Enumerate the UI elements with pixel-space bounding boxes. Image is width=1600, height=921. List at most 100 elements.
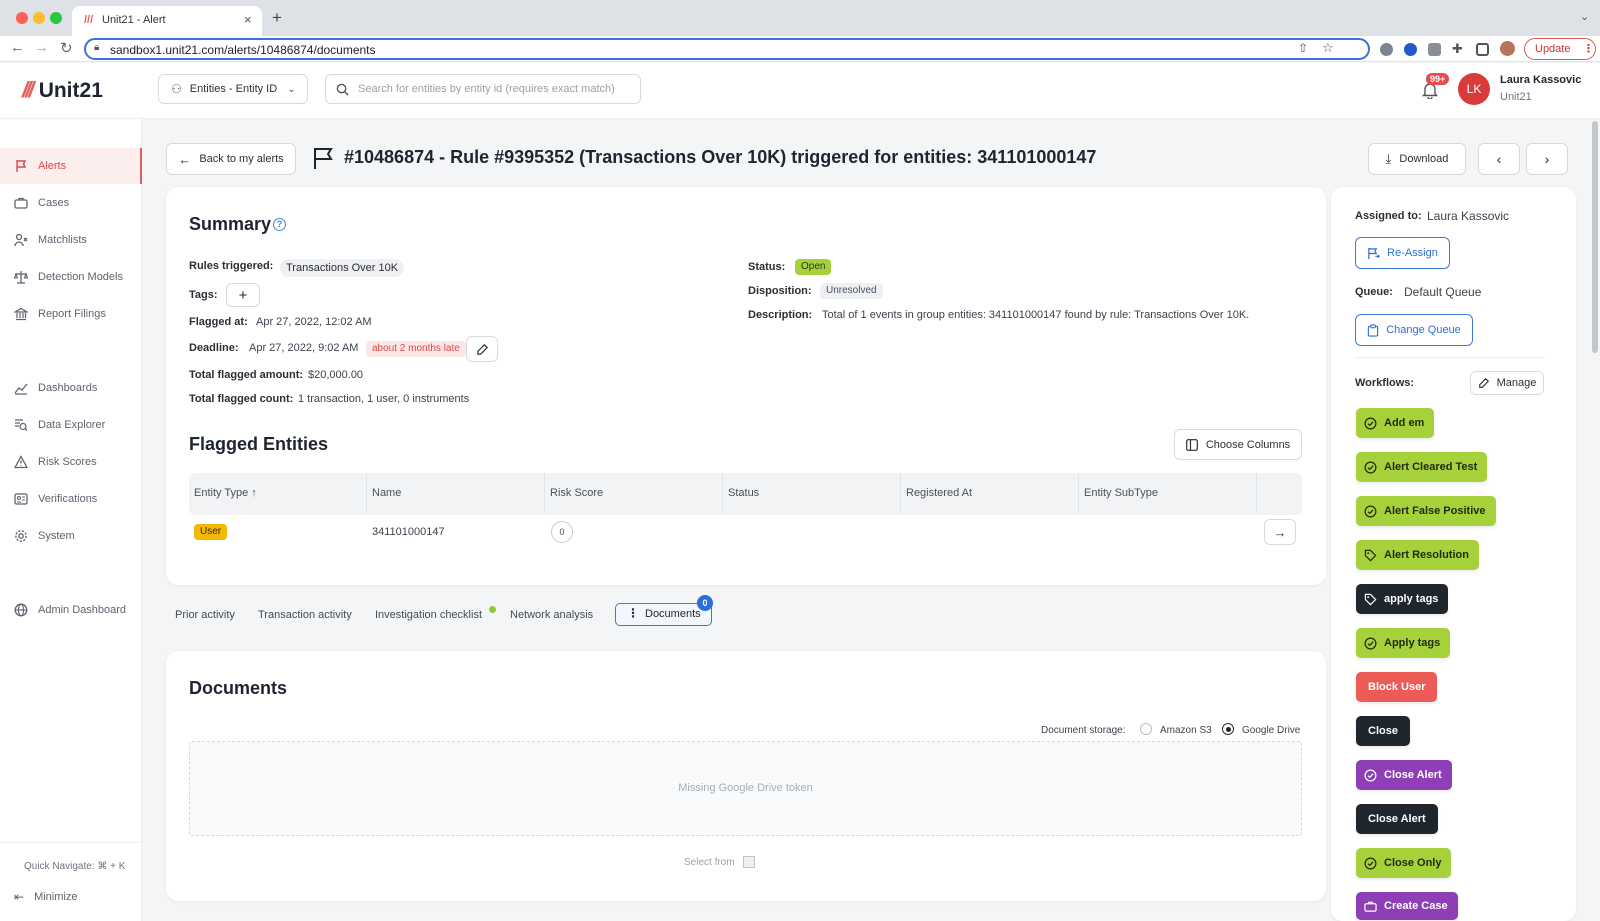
- tab-network-analysis[interactable]: Network analysis: [510, 609, 593, 621]
- sidebar-item-verifications[interactable]: Verifications: [0, 481, 142, 517]
- extension-icon[interactable]: [1428, 43, 1441, 56]
- workflow-alert-resolution-button[interactable]: Alert Resolution: [1356, 540, 1479, 570]
- columns-icon: [1185, 438, 1198, 451]
- unit21-logo[interactable]: /// Unit21: [22, 77, 103, 103]
- tab-prior-activity[interactable]: Prior activity: [175, 609, 235, 621]
- sort-arrow-up-icon[interactable]: ↑: [251, 487, 257, 499]
- sidebar-item-admin-dashboard[interactable]: Admin Dashboard: [0, 592, 142, 628]
- reassign-button[interactable]: Re-Assign: [1355, 237, 1450, 269]
- workflow-alert-cleared-test-button[interactable]: Alert Cleared Test: [1356, 452, 1488, 482]
- new-tab-icon[interactable]: +: [272, 8, 282, 28]
- column-header-name[interactable]: Name: [367, 473, 545, 513]
- more-vert-icon[interactable]: ⋮: [627, 606, 639, 620]
- notifications-button[interactable]: 99+: [1421, 73, 1450, 102]
- workflow-create-case-button[interactable]: Create Case: [1356, 892, 1458, 920]
- entity-dropdown-label: Entities - Entity ID: [189, 83, 278, 95]
- workflow-add-em-button[interactable]: Add em: [1356, 408, 1435, 438]
- column-header-status[interactable]: Status: [723, 473, 901, 513]
- address-bar[interactable]: 🔒︎ sandbox1.unit21.com/alerts/10486874/d…: [84, 38, 1370, 60]
- profile-avatar-icon[interactable]: [1500, 41, 1515, 56]
- table-header-row: Entity Type ↑ Name Risk Score Status Reg…: [189, 473, 1302, 515]
- workflow-close-alert-dark-button[interactable]: Close Alert: [1356, 804, 1438, 834]
- radio-google-drive[interactable]: [1222, 723, 1234, 735]
- more-vert-icon[interactable]: ⋮: [1583, 42, 1594, 55]
- manage-workflows-button[interactable]: Manage: [1470, 371, 1544, 395]
- document-dropzone[interactable]: Missing Google Drive token: [189, 741, 1302, 836]
- add-tag-button[interactable]: +: [226, 283, 260, 307]
- person-icon: ⚇: [171, 82, 182, 96]
- table-row[interactable]: User 341101000147 0 →: [189, 515, 1302, 549]
- forward-arrow-icon[interactable]: →: [34, 39, 49, 56]
- column-header-risk-score[interactable]: Risk Score: [545, 473, 723, 513]
- sidebar-item-label: Dashboards: [38, 382, 98, 394]
- entity-search-input[interactable]: Search for entities by entity id (requir…: [325, 74, 641, 104]
- choose-columns-button[interactable]: Choose Columns: [1174, 429, 1302, 460]
- tab-documents[interactable]: ⋮ Documents 0: [615, 595, 713, 626]
- sidebar-item-cases[interactable]: Cases: [0, 185, 142, 221]
- sidebar-item-label: Report Filings: [38, 308, 106, 320]
- workflow-close-button[interactable]: Close: [1356, 716, 1410, 746]
- sidebar-item-report-filings[interactable]: Report Filings: [0, 296, 142, 332]
- check-circle-icon: [1364, 417, 1377, 429]
- queue-label: Queue:: [1355, 286, 1393, 298]
- back-to-alerts-button[interactable]: ← Back to my alerts: [166, 143, 296, 175]
- browser-tab[interactable]: /// Unit21 - Alert ×: [72, 6, 262, 36]
- edit-deadline-button[interactable]: [466, 336, 498, 362]
- extension-icon[interactable]: [1404, 43, 1417, 56]
- sidebar-item-matchlists[interactable]: Matchlists: [0, 222, 142, 258]
- sidebar-item-detection-models[interactable]: Detection Models: [0, 259, 142, 295]
- workflow-close-alert-button[interactable]: Close Alert: [1356, 760, 1452, 790]
- tab-transaction-activity[interactable]: Transaction activity: [258, 609, 352, 621]
- column-header-entity-subtype[interactable]: Entity SubType: [1079, 473, 1257, 513]
- close-window-button[interactable]: [16, 12, 28, 24]
- help-icon[interactable]: ?: [273, 218, 286, 231]
- column-header-entity-type[interactable]: Entity Type ↑: [189, 473, 367, 513]
- open-entity-button[interactable]: →: [1264, 519, 1296, 545]
- download-button[interactable]: ⤓ Download: [1368, 143, 1466, 175]
- maximize-window-button[interactable]: [50, 12, 62, 24]
- workflow-apply-tags-alt-button[interactable]: Apply tags: [1356, 628, 1451, 658]
- user-org: Unit21: [1500, 91, 1532, 103]
- puzzle-icon[interactable]: ✚: [1452, 41, 1463, 57]
- radio-amazon-s3[interactable]: [1140, 723, 1152, 735]
- flagged-entities-heading: Flagged Entities: [189, 434, 329, 454]
- tab-list-chevron-icon[interactable]: ⌄: [1580, 10, 1589, 23]
- reload-icon[interactable]: ↻: [60, 39, 73, 57]
- check-circle-icon: [1364, 505, 1377, 517]
- sidebar-item-alerts[interactable]: Alerts: [0, 148, 142, 184]
- minimize-sidebar-button[interactable]: ⇤ Minimize: [0, 879, 142, 915]
- workflow-alert-false-positive-button[interactable]: Alert False Positive: [1356, 496, 1496, 526]
- previous-alert-button[interactable]: ‹: [1478, 143, 1520, 175]
- broken-image-icon[interactable]: [743, 856, 755, 868]
- sidebar-item-data-explorer[interactable]: Data Explorer: [0, 407, 142, 443]
- close-tab-icon[interactable]: ×: [244, 12, 252, 27]
- back-arrow-icon[interactable]: ←: [10, 39, 25, 56]
- sidebar-item-dashboards[interactable]: Dashboards: [0, 370, 142, 406]
- sidebar-item-risk-scores[interactable]: Risk Scores: [0, 444, 142, 480]
- address-row: ← → ↻ 🔒︎ sandbox1.unit21.com/alerts/1048…: [0, 36, 1600, 62]
- tab-investigation-checklist[interactable]: Investigation checklist: [375, 609, 482, 621]
- user-avatar[interactable]: LK: [1458, 73, 1490, 105]
- sidebar-item-system[interactable]: System: [0, 518, 142, 554]
- select-from-label: Select from: [684, 857, 735, 868]
- minimize-window-button[interactable]: [33, 12, 45, 24]
- extension-icon[interactable]: [1380, 43, 1393, 56]
- update-button[interactable]: Update ⋮: [1524, 38, 1596, 60]
- page-scrollbar[interactable]: [1590, 119, 1600, 921]
- column-header-registered-at[interactable]: Registered At: [901, 473, 1079, 513]
- rule-chip[interactable]: Transactions Over 10K: [280, 259, 405, 277]
- sidebar-toggle-icon[interactable]: [1476, 43, 1489, 56]
- entity-type-dropdown[interactable]: ⚇ Entities - Entity ID ⌄: [158, 74, 308, 104]
- flagged-at-value: Apr 27, 2022, 12:02 AM: [256, 316, 372, 328]
- change-queue-button[interactable]: Change Queue: [1355, 314, 1473, 346]
- workflow-apply-tags-button[interactable]: apply tags: [1356, 584, 1449, 614]
- workflow-label: Close Alert: [1384, 769, 1442, 781]
- workflow-close-only-button[interactable]: Close Only: [1356, 848, 1452, 878]
- scrollbar-thumb[interactable]: [1592, 121, 1598, 353]
- gear-icon: [15, 530, 27, 542]
- tab-title: Unit21 - Alert: [102, 14, 166, 26]
- next-alert-button[interactable]: ›: [1526, 143, 1568, 175]
- bookmark-star-icon[interactable]: ☆: [1322, 40, 1334, 56]
- workflow-block-user-button[interactable]: Block User: [1356, 672, 1438, 702]
- share-icon[interactable]: ⇧: [1298, 41, 1308, 55]
